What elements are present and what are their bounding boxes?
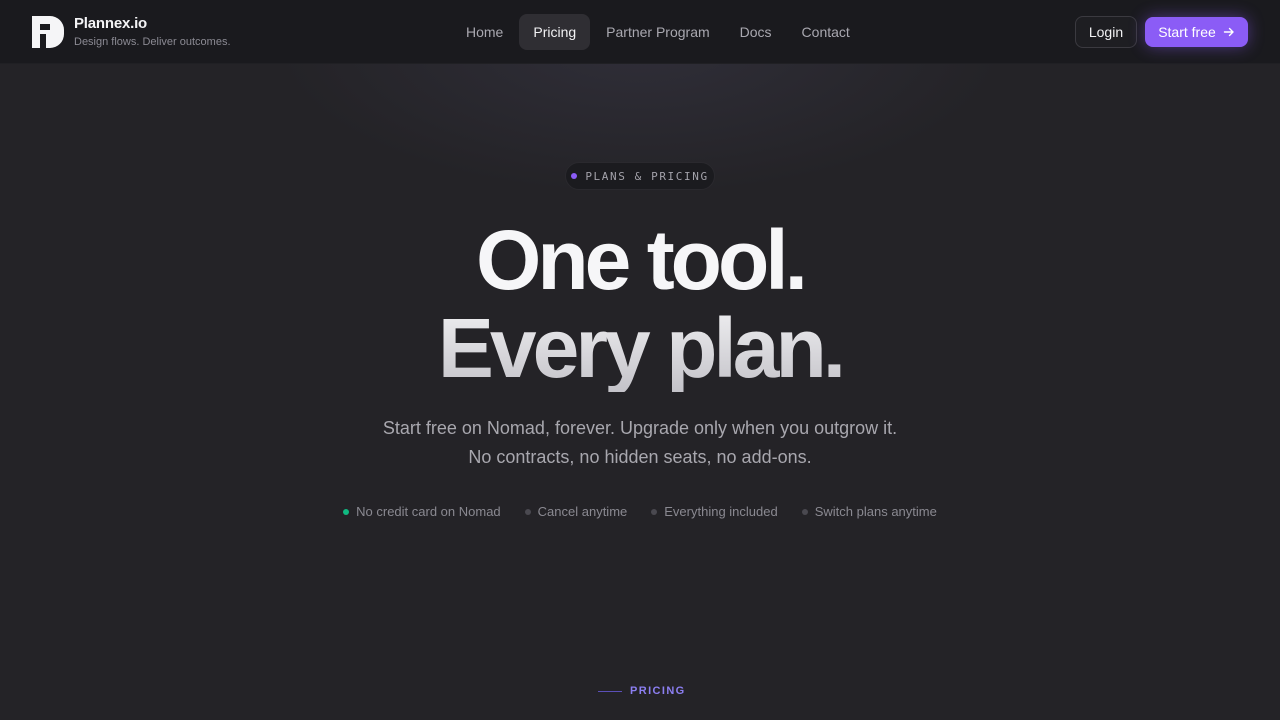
hero-subtitle: Start free on Nomad, forever. Upgrade on… <box>290 414 990 472</box>
brand-tagline: Design flows. Deliver outcomes. <box>74 36 231 48</box>
brand-name: Plannex.io <box>74 15 148 32</box>
feature-item: Everything included <box>651 502 778 522</box>
start-free-label: Start free <box>1158 24 1216 40</box>
subtitle-line-1: Start free on Nomad, forever. Upgrade on… <box>382 418 898 438</box>
nav-contact[interactable]: Contact <box>788 14 864 50</box>
feature-item: Switch plans anytime <box>801 502 937 522</box>
gray-dot-icon <box>524 509 531 515</box>
hero-headline: One tool. Every plan. <box>240 216 1040 392</box>
nav-pricing[interactable]: Pricing <box>519 14 591 50</box>
start-free-button[interactable]: Start free <box>1145 17 1248 47</box>
feature-label: Switch plans anytime <box>814 504 937 519</box>
feature-list: No credit card on Nomad Cancel anytime E… <box>340 502 940 522</box>
plans-pricing-badge: PLANS & PRICING <box>565 162 715 190</box>
badge-text: PLANS & PRICING <box>585 169 709 183</box>
top-navigation-bar: Plannex.io Design flows. Deliver outcome… <box>0 0 1280 64</box>
feature-label: Everything included <box>664 504 778 519</box>
nav-partner-program[interactable]: Partner Program <box>592 14 723 50</box>
nav-home[interactable]: Home <box>452 14 517 50</box>
headline-line-1: One tool. <box>476 213 808 307</box>
gray-dot-icon <box>801 509 808 515</box>
divider-line <box>598 690 622 692</box>
pricing-section-label: PRICING <box>598 682 686 700</box>
green-dot-icon <box>343 509 350 515</box>
section-label-text: PRICING <box>630 685 686 697</box>
brand[interactable]: Plannex.io Design flows. Deliver outcome… <box>32 15 231 49</box>
plannex-logo-icon <box>32 16 64 48</box>
feature-item: No credit card on Nomad <box>343 502 501 522</box>
arrow-right-icon <box>1223 27 1234 37</box>
gray-dot-icon <box>651 509 658 515</box>
badge-dot-icon <box>571 173 578 179</box>
headline-line-2: Every plan. <box>240 304 1040 392</box>
main-nav: Home Pricing Partner Program Docs Contac… <box>452 14 866 50</box>
nav-docs[interactable]: Docs <box>726 14 786 50</box>
feature-label: Cancel anytime <box>537 504 628 519</box>
feature-item: Cancel anytime <box>524 502 628 522</box>
feature-label: No credit card on Nomad <box>356 504 501 519</box>
subtitle-line-2: No contracts, no hidden seats, no add-on… <box>468 447 812 467</box>
login-button[interactable]: Login <box>1075 16 1137 48</box>
